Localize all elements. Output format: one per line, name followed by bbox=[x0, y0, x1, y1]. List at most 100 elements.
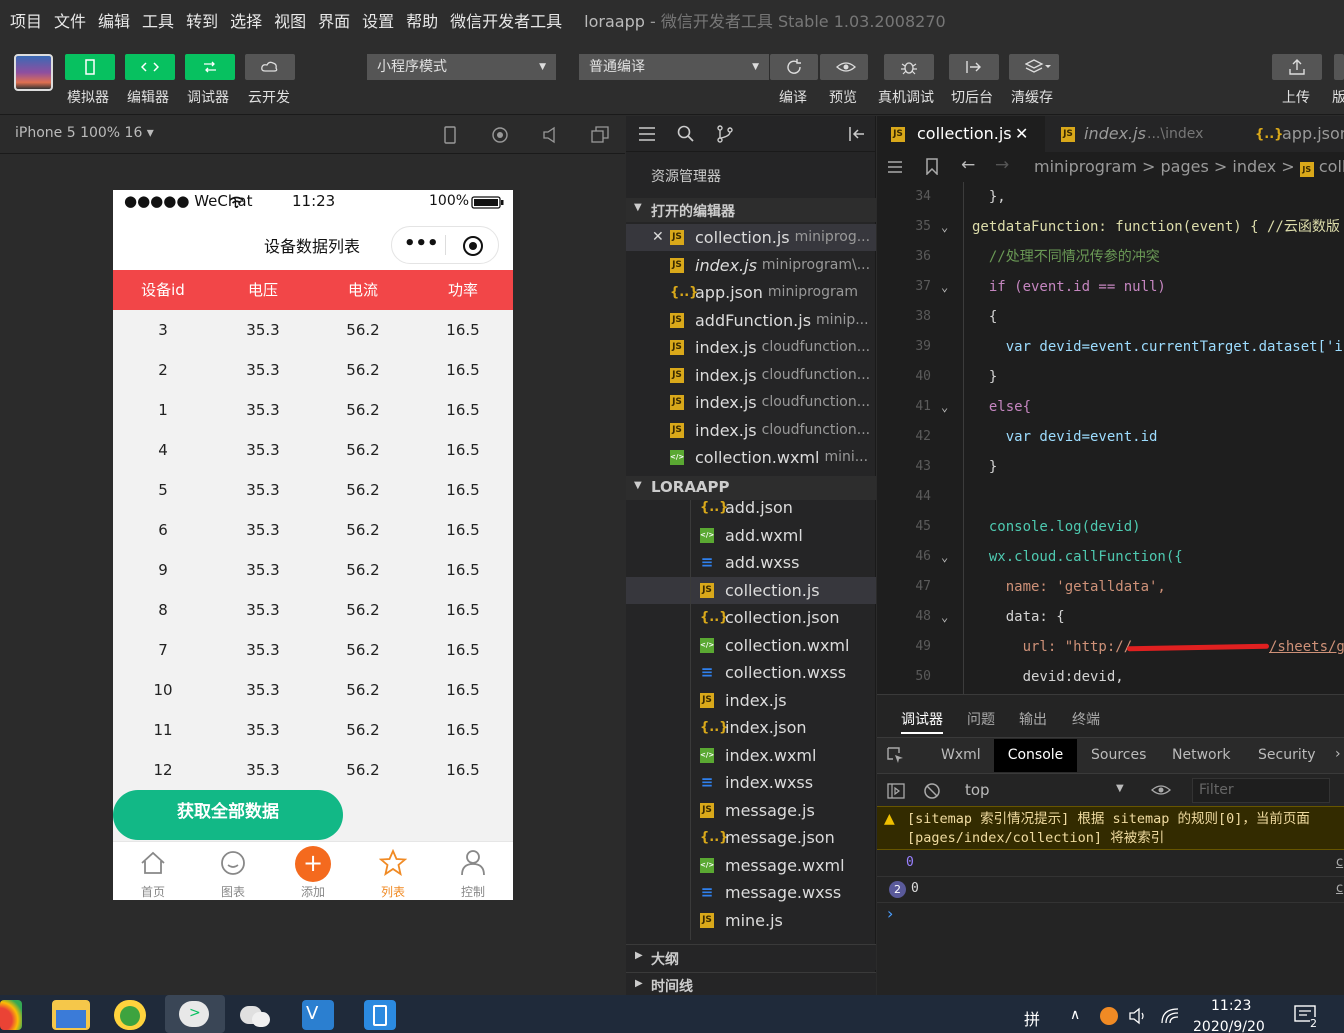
clear-cache-button[interactable] bbox=[1009, 54, 1059, 80]
source-link[interactable]: c bbox=[1336, 855, 1343, 870]
clear-console-icon[interactable] bbox=[923, 782, 941, 800]
menu-goto[interactable]: 转到 bbox=[186, 8, 218, 32]
eye-icon[interactable] bbox=[1151, 783, 1171, 797]
tab-chart[interactable]: 图表 bbox=[193, 841, 273, 900]
tab-home[interactable]: 首页 bbox=[113, 841, 193, 900]
sidebar-toggle-icon[interactable] bbox=[887, 783, 905, 799]
fold-chevron-icon[interactable]: ⌄ bbox=[941, 392, 948, 422]
menu-settings[interactable]: 设置 bbox=[362, 8, 394, 32]
tab-index-js[interactable]: JS index.js ...\index bbox=[1047, 116, 1241, 152]
inspect-icon[interactable] bbox=[887, 747, 905, 765]
menu-file[interactable]: 文件 bbox=[54, 8, 86, 32]
menu-project[interactable]: 项目 bbox=[10, 8, 42, 32]
list-icon[interactable] bbox=[887, 160, 903, 174]
file-tree-item[interactable]: JS collection.js bbox=[626, 576, 876, 604]
file-tree-item[interactable]: ≡ collection.wxss bbox=[626, 659, 876, 686]
caret-down-icon[interactable]: ▼ bbox=[1116, 783, 1124, 794]
wifi-icon[interactable] bbox=[1160, 1007, 1180, 1025]
real-debug-button[interactable] bbox=[884, 54, 934, 80]
folder-icon[interactable] bbox=[52, 1000, 90, 1030]
debugger-button[interactable] bbox=[185, 54, 235, 80]
open-editor-item[interactable]: {..} app.json miniprogram bbox=[626, 279, 876, 306]
app-icon[interactable] bbox=[114, 1000, 146, 1030]
list-icon[interactable] bbox=[638, 126, 656, 142]
console-input[interactable]: › bbox=[877, 903, 1344, 997]
more-tabs-icon[interactable]: › bbox=[1335, 746, 1341, 762]
compile-button[interactable] bbox=[770, 54, 818, 80]
file-tree-item[interactable]: {..} collection.json bbox=[626, 604, 876, 631]
context-select[interactable]: top bbox=[965, 781, 990, 799]
simulator-button[interactable] bbox=[65, 54, 115, 80]
tab-collection-js[interactable]: JS collection.js ✕ bbox=[877, 116, 1045, 152]
device-select[interactable]: iPhone 5 100% 16 ▾ bbox=[15, 125, 154, 141]
menu-edit[interactable]: 编辑 bbox=[98, 8, 130, 32]
cloud-button[interactable] bbox=[245, 54, 295, 80]
open-editor-item[interactable]: JS addFunction.js minip... bbox=[626, 307, 876, 334]
timeline-header[interactable]: ▶ 时间线 bbox=[626, 972, 876, 996]
more-button[interactable]: ••• bbox=[404, 233, 439, 254]
git-branch-icon[interactable] bbox=[716, 125, 734, 143]
file-tree-item[interactable]: ≡ message.wxss bbox=[626, 879, 876, 906]
menu-select[interactable]: 选择 bbox=[230, 8, 262, 32]
tab-wxml[interactable]: Wxml bbox=[941, 747, 981, 763]
editor-button[interactable] bbox=[125, 54, 175, 80]
tab-list[interactable]: 列表 bbox=[353, 841, 433, 900]
fold-chevron-icon[interactable]: ⌄ bbox=[941, 542, 948, 572]
file-tree-item[interactable]: </> add.wxml bbox=[626, 522, 876, 549]
tab-add[interactable]: + 添加 bbox=[273, 841, 353, 900]
file-tree-item[interactable]: JS message.js bbox=[626, 797, 876, 824]
chrome-icon[interactable] bbox=[0, 1000, 22, 1030]
wechat-devtools-icon[interactable]: > bbox=[165, 995, 225, 1033]
detach-icon[interactable] bbox=[591, 126, 609, 144]
tab-network[interactable]: Network bbox=[1172, 747, 1230, 763]
file-tree-item[interactable]: ≡ index.wxss bbox=[626, 769, 876, 796]
back-arrow-icon[interactable]: ← bbox=[961, 155, 975, 175]
file-tree-item[interactable]: </> collection.wxml bbox=[626, 632, 876, 659]
file-tree-item[interactable]: ≡ add.wxss bbox=[626, 549, 876, 576]
menu-tools[interactable]: 工具 bbox=[142, 8, 174, 32]
open-editor-item[interactable]: JS index.js cloudfunction... bbox=[626, 389, 876, 416]
tab-sources[interactable]: Sources bbox=[1091, 747, 1146, 763]
forward-arrow-icon[interactable]: → bbox=[995, 155, 1009, 175]
menu-help[interactable]: 帮助 bbox=[406, 8, 438, 32]
volume-icon[interactable] bbox=[542, 126, 558, 144]
outline-header[interactable]: ▶ 大纲 bbox=[626, 944, 876, 970]
chevron-up-icon[interactable]: ∧ bbox=[1070, 1007, 1080, 1023]
fold-chevron-icon[interactable]: ⌄ bbox=[941, 212, 948, 242]
phone-icon[interactable] bbox=[443, 126, 457, 144]
tab-problems[interactable]: 问题 bbox=[967, 709, 995, 729]
file-tree-item[interactable]: </> index.wxml bbox=[626, 742, 876, 769]
collapse-panel-icon[interactable] bbox=[848, 126, 866, 142]
menu-devtools[interactable]: 微信开发者工具 bbox=[450, 8, 562, 32]
fold-chevron-icon[interactable]: ⌄ bbox=[941, 602, 948, 632]
open-editor-item[interactable]: JS index.js miniprogram\... bbox=[626, 252, 876, 279]
close-icon[interactable]: ✕ bbox=[1015, 116, 1028, 152]
version-button[interactable] bbox=[1334, 54, 1344, 80]
open-editor-item[interactable]: JS collection.js miniprog... ✕ bbox=[626, 224, 876, 251]
open-editor-item[interactable]: </> collection.wxml mini... bbox=[626, 444, 876, 471]
volume-icon[interactable] bbox=[1128, 1007, 1148, 1025]
open-editor-item[interactable]: JS index.js cloudfunction... bbox=[626, 417, 876, 444]
phone-app-icon[interactable] bbox=[364, 1000, 396, 1030]
file-tree-item[interactable]: {..} message.json bbox=[626, 824, 876, 851]
tab-security[interactable]: Security bbox=[1258, 747, 1316, 763]
fetch-all-button[interactable]: 获取全部数据 bbox=[113, 790, 343, 840]
upload-button[interactable] bbox=[1272, 54, 1322, 80]
tab-terminal[interactable]: 终端 bbox=[1072, 709, 1100, 729]
open-editors-header[interactable]: ▼ 打开的编辑器 bbox=[626, 198, 876, 222]
search-icon[interactable] bbox=[677, 125, 695, 143]
filter-input[interactable]: Filter bbox=[1192, 778, 1330, 803]
open-editor-item[interactable]: JS index.js cloudfunction... bbox=[626, 362, 876, 389]
file-tree-item[interactable]: {..} add.json bbox=[626, 494, 876, 521]
mode-select[interactable]: 小程序模式 ▼ bbox=[367, 54, 556, 80]
tab-control[interactable]: 控制 bbox=[433, 841, 513, 900]
wechat-icon[interactable] bbox=[238, 1000, 276, 1030]
bookmark-icon[interactable] bbox=[925, 158, 939, 175]
menu-interface[interactable]: 界面 bbox=[318, 8, 350, 32]
tab-debugger[interactable]: 调试器 bbox=[901, 709, 943, 734]
avatar[interactable] bbox=[14, 54, 53, 91]
record-icon[interactable] bbox=[491, 126, 509, 144]
tab-app-json[interactable]: {..} app.json bbox=[1243, 116, 1344, 152]
open-editor-item[interactable]: JS index.js cloudfunction... bbox=[626, 334, 876, 361]
compile-mode-select[interactable]: 普通编译 ▼ bbox=[579, 54, 769, 80]
